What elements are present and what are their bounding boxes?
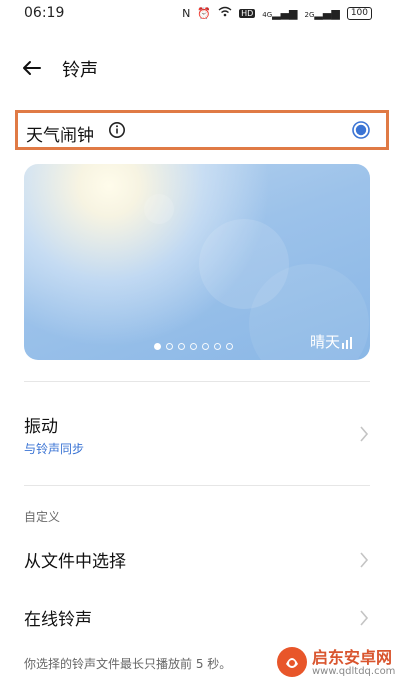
network-type-2: 2G: [304, 10, 315, 19]
page-dot[interactable]: [190, 343, 197, 350]
page-dot[interactable]: [154, 343, 161, 350]
weather-name: 晴天: [309, 333, 340, 351]
choose-from-file-label: 从文件中选择: [24, 552, 126, 572]
status-bar: 06:19 N ⏰ HD 4G▂▄▆ 2G▂▄▆ 100: [0, 0, 408, 28]
status-icons: N ⏰ HD 4G▂▄▆ 2G▂▄▆ 100: [182, 6, 372, 20]
alarm-clock-icon: ⏰: [197, 6, 212, 20]
choose-from-file-row[interactable]: 从文件中选择: [0, 537, 408, 583]
weather-preview-card[interactable]: 晴天: [24, 164, 370, 360]
chevron-right-icon: [360, 552, 369, 568]
page-indicator: [154, 343, 233, 350]
divider: [24, 485, 370, 486]
vibration-subtitle: 与铃声同步: [24, 442, 85, 456]
hd-icon: HD: [239, 8, 256, 18]
page-dot[interactable]: [166, 343, 173, 350]
page-title: 铃声: [62, 60, 98, 81]
watermark-url: www.qdltdq.com: [312, 666, 396, 677]
online-ringtone-row[interactable]: 在线铃声: [0, 595, 408, 641]
wifi-icon: [218, 6, 232, 20]
site-logo-icon: [277, 647, 307, 677]
vibration-label: 振动: [24, 417, 58, 437]
sound-bars-icon: [342, 337, 352, 349]
info-icon[interactable]: [108, 121, 126, 139]
page-dot[interactable]: [202, 343, 209, 350]
watermark-title: 启东安卓网: [312, 648, 393, 667]
back-button[interactable]: [18, 54, 46, 82]
network-type-1: 4G: [262, 10, 273, 19]
divider: [24, 381, 370, 382]
page-dot[interactable]: [226, 343, 233, 350]
signal-icon-2: 2G▂▄▆: [304, 6, 340, 20]
header: 铃声: [0, 52, 408, 84]
battery-icon: 100: [346, 6, 372, 20]
radio-selected-icon[interactable]: [352, 121, 370, 139]
chevron-right-icon: [360, 426, 369, 442]
weather-alarm-label: 天气闹钟: [26, 126, 94, 146]
nfc-icon: N: [182, 6, 191, 20]
weather-alarm-option[interactable]: 天气闹钟: [15, 110, 389, 150]
page-dot[interactable]: [214, 343, 221, 350]
section-header-custom: 自定义: [24, 510, 61, 524]
light-bokeh: [144, 194, 174, 224]
status-time: 06:19: [24, 5, 65, 21]
footnote: 你选择的铃声文件最长只播放前 5 秒。: [24, 657, 232, 671]
watermark: 启东安卓网 www.qdltdq.com: [268, 642, 408, 682]
online-ringtone-label: 在线铃声: [24, 610, 92, 630]
vibration-row[interactable]: 振动 与铃声同步: [0, 400, 408, 470]
chevron-right-icon: [360, 610, 369, 626]
arrow-left-icon: [23, 61, 41, 75]
page-dot[interactable]: [178, 343, 185, 350]
signal-icon-1: 4G▂▄▆: [262, 6, 298, 20]
